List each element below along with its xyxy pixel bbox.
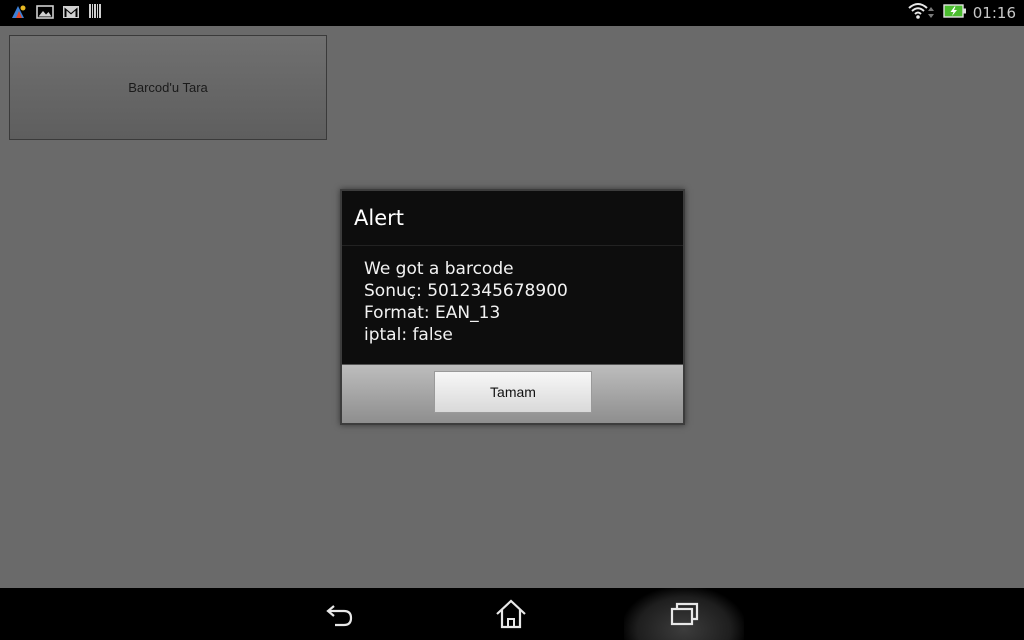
paint-notification-icon xyxy=(10,2,28,24)
image-icon xyxy=(36,4,54,23)
ok-button-label: Tamam xyxy=(490,384,536,400)
back-icon xyxy=(322,605,358,634)
alert-dialog: Alert We got a barcode Sonuç: 5012345678… xyxy=(340,189,685,425)
scan-barcode-button[interactable]: Barcod'u Tara xyxy=(9,35,327,140)
dialog-message: We got a barcode Sonuç: 5012345678900 Fo… xyxy=(342,246,683,356)
battery-charging-icon xyxy=(943,2,967,24)
message-line: Format: EAN_13 xyxy=(364,303,501,323)
back-button[interactable] xyxy=(322,598,358,630)
home-button[interactable] xyxy=(493,598,529,630)
notification-icons xyxy=(10,4,102,22)
app-screen: Barcod'u Tara Alert We got a barcode Son… xyxy=(0,26,1024,588)
recent-apps-icon xyxy=(667,602,703,634)
dialog-title: Alert xyxy=(354,206,404,230)
gmail-icon xyxy=(62,4,80,23)
scan-barcode-label: Barcod'u Tara xyxy=(128,80,208,95)
ok-button[interactable]: Tamam xyxy=(434,371,592,413)
dialog-header: Alert xyxy=(342,191,683,246)
message-line: iptal: false xyxy=(364,325,453,345)
message-line: We got a barcode xyxy=(364,259,514,279)
recent-apps-button[interactable] xyxy=(667,598,703,630)
status-bar: 01:16 xyxy=(0,0,1024,26)
message-line: Sonuç: 5012345678900 xyxy=(364,281,568,301)
navigation-bar xyxy=(0,588,1024,640)
wifi-icon xyxy=(907,1,937,25)
dialog-button-bar: Tamam xyxy=(342,364,683,423)
system-status: 01:16 xyxy=(907,3,1016,23)
home-icon xyxy=(493,599,529,634)
clock: 01:16 xyxy=(972,4,1016,22)
barcode-icon xyxy=(88,3,102,23)
